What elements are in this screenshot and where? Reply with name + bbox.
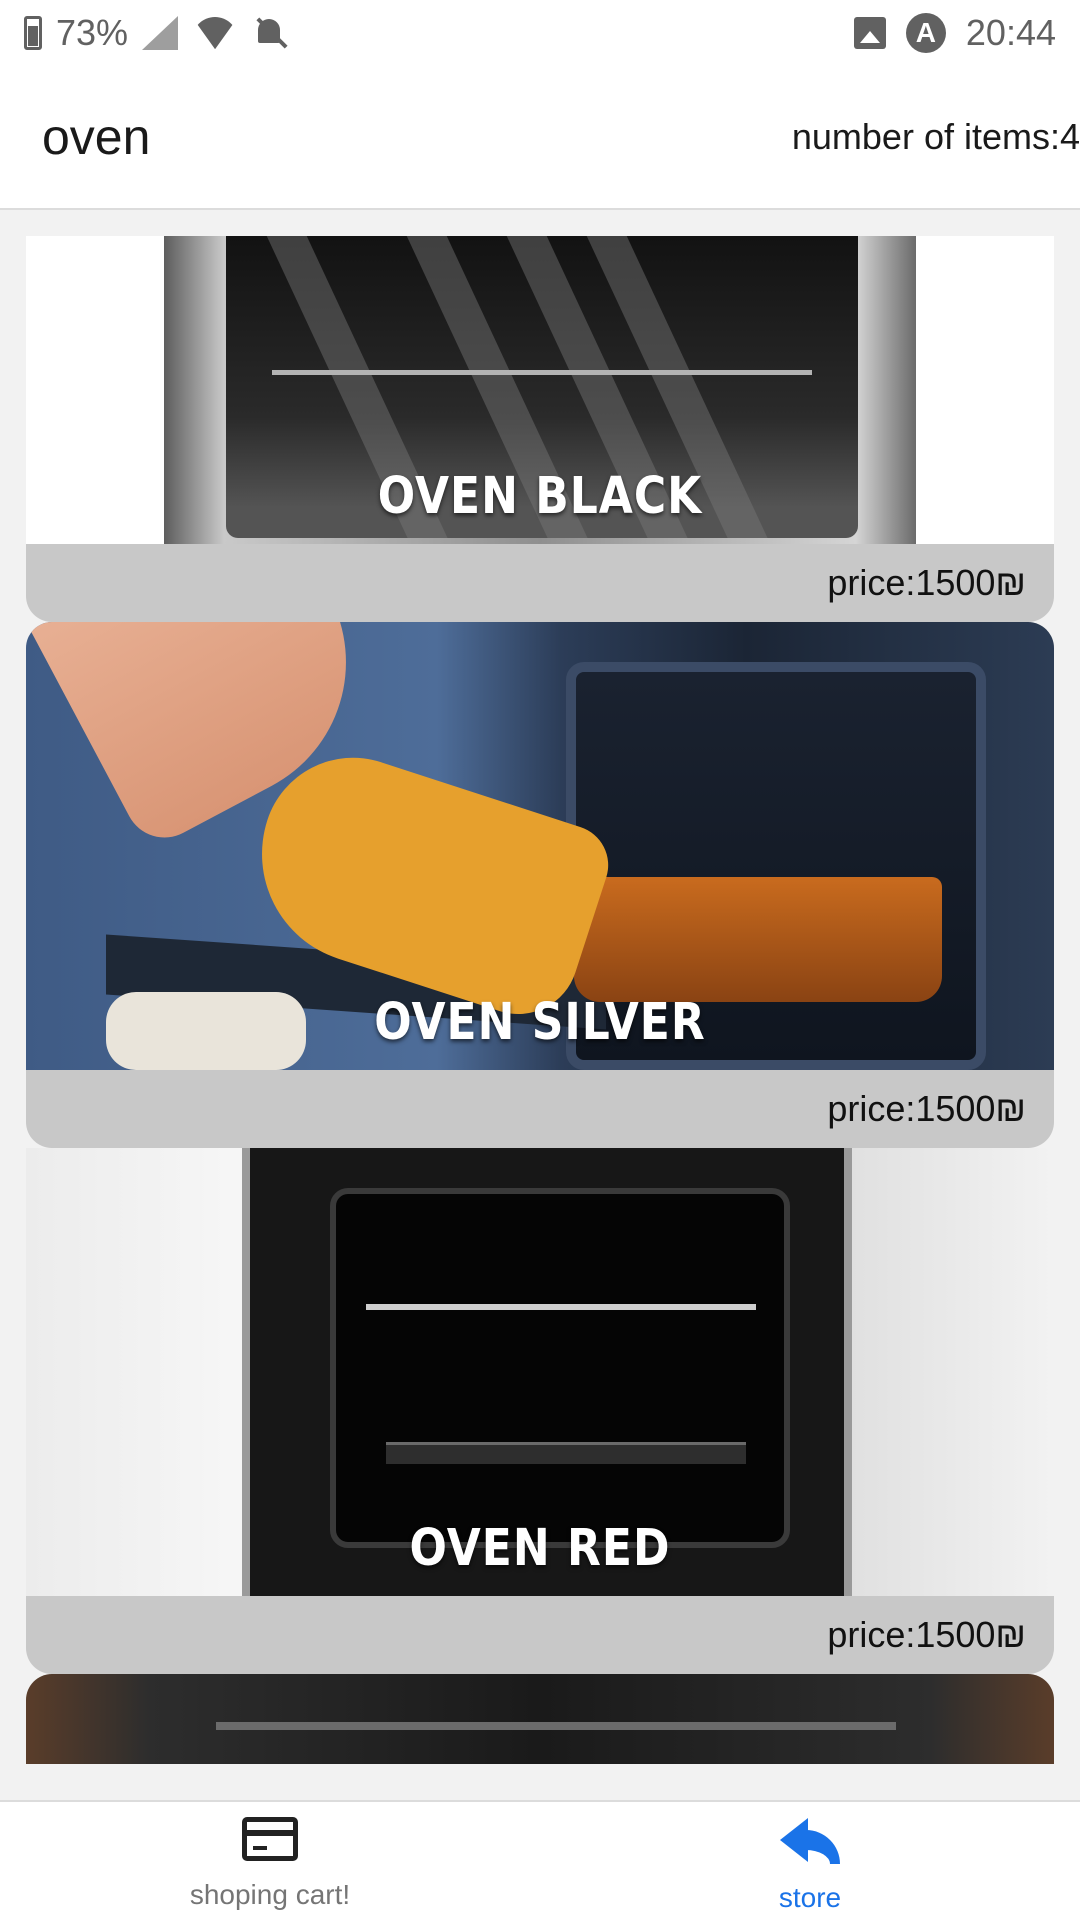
bottom-navigation: shoping cart! store <box>0 1800 1080 1920</box>
page-title: oven <box>42 109 151 165</box>
nav-label: shoping cart! <box>189 1879 351 1910</box>
product-image: OVEN BLACK <box>26 236 1054 544</box>
credit-card-icon <box>242 1817 298 1861</box>
product-price: price:1500₪ <box>26 544 1054 622</box>
oven-cavity <box>330 1188 790 1548</box>
battery-icon <box>24 16 42 50</box>
product-name: OVEN SILVER <box>374 993 706 1052</box>
status-right: A 20:44 <box>853 12 1056 54</box>
nav-label: store <box>778 1882 842 1913</box>
product-image <box>26 1674 1054 1764</box>
oven-rack <box>366 1304 756 1310</box>
wifi-icon <box>192 17 238 49</box>
product-image: OVEN SILVER <box>26 622 1054 1070</box>
bell-off-icon <box>252 15 288 51</box>
screen: 73% A 20:44 oven number of items:4 OVEN … <box>0 0 1080 1920</box>
product-list[interactable]: OVEN BLACK price:1500₪ OVEN SILVER price… <box>26 236 1054 1764</box>
clock: 20:44 <box>965 12 1056 53</box>
product-image: OVEN RED <box>26 1148 1054 1596</box>
battery-percentage: 73% <box>56 12 129 53</box>
oven-tray <box>386 1442 746 1464</box>
item-count: number of items:4 <box>791 116 1080 157</box>
image-icon <box>853 17 886 49</box>
product-price: price:1500₪ <box>26 1596 1054 1674</box>
nav-shopping-cart[interactable]: shoping cart! <box>0 1802 540 1920</box>
reply-icon <box>780 1814 840 1864</box>
status-bar: 73% A 20:44 <box>0 0 1080 66</box>
product-card[interactable] <box>26 1674 1054 1764</box>
app-header: oven number of items:4 <box>0 66 1080 210</box>
product-card[interactable]: OVEN SILVER price:1500₪ <box>26 622 1054 1148</box>
status-left: 73% <box>24 12 288 54</box>
product-name: OVEN BLACK <box>377 467 703 526</box>
product-price: price:1500₪ <box>26 1070 1054 1148</box>
a-icon: A <box>905 13 946 53</box>
nav-store[interactable]: store <box>540 1802 1080 1920</box>
baking-dish <box>574 877 942 1002</box>
product-name: OVEN RED <box>409 1519 671 1578</box>
oven-rail <box>272 370 812 375</box>
product-card[interactable]: OVEN BLACK price:1500₪ <box>26 236 1054 622</box>
oven-handle <box>216 1722 896 1730</box>
product-card[interactable]: OVEN RED price:1500₪ <box>26 1148 1054 1674</box>
signal-icon <box>142 16 179 50</box>
